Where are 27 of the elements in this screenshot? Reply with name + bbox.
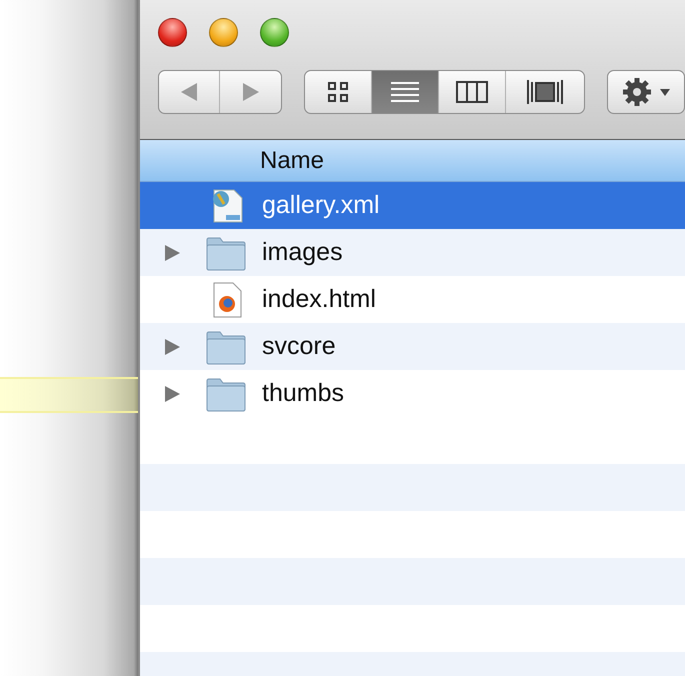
disclosure-triangle-icon[interactable] — [162, 336, 182, 356]
file-name: thumbs — [262, 378, 344, 409]
name-column-header[interactable]: Name — [260, 142, 324, 178]
file-row[interactable]: index.html — [140, 276, 685, 323]
folder-icon — [206, 234, 246, 270]
folder-icon — [206, 328, 246, 364]
caret-icon — [660, 88, 670, 96]
zoom-button[interactable] — [260, 18, 289, 47]
gear-icon — [622, 77, 652, 107]
file-name: gallery.xml — [262, 190, 380, 221]
cover-flow-icon — [526, 78, 564, 106]
file-row[interactable]: gallery.xml — [140, 182, 685, 229]
disclosure-triangle-icon[interactable] — [162, 242, 182, 262]
file-row[interactable]: svcore — [140, 323, 685, 370]
file-row[interactable]: thumbs — [140, 370, 685, 417]
file-name: index.html — [262, 284, 376, 315]
list-icon — [390, 79, 420, 105]
file-row[interactable]: images — [140, 229, 685, 276]
grid-icon — [326, 80, 350, 104]
minimize-button[interactable] — [209, 18, 238, 47]
disclosure-triangle-icon[interactable] — [162, 384, 182, 404]
file-name: images — [262, 236, 343, 268]
file-name: svcore — [262, 330, 336, 362]
columns-icon — [454, 79, 489, 105]
folder-icon — [206, 376, 246, 412]
list-view-button[interactable] — [372, 71, 439, 113]
close-button[interactable] — [158, 18, 187, 47]
